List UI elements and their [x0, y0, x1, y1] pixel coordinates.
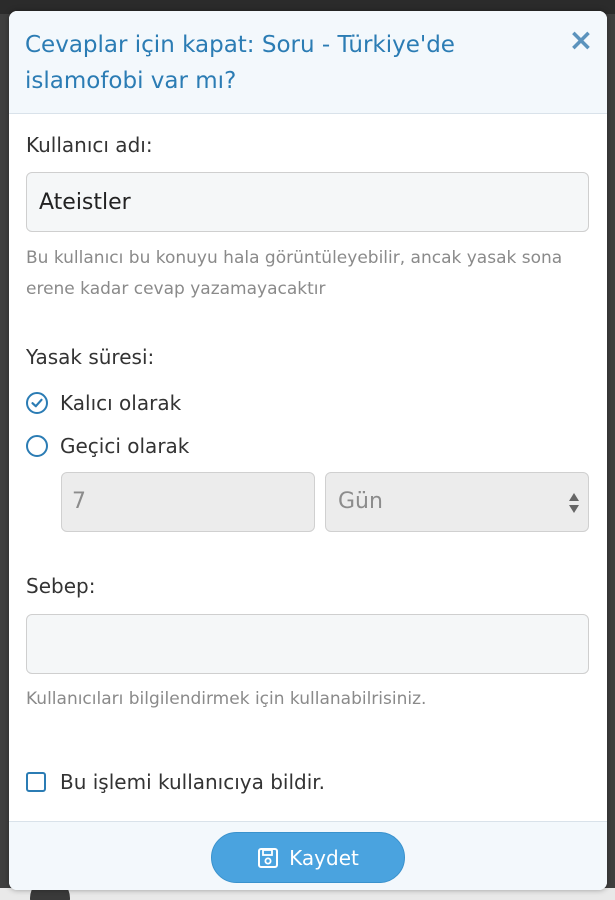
- username-help-text: Bu kullanıcı bu konuyu hala görüntüleyeb…: [26, 248, 563, 299]
- checkbox-icon: [26, 772, 46, 792]
- notify-user-checkbox[interactable]: Bu işlemi kullanıcıya bildir.: [26, 767, 325, 797]
- reason-label: Sebep:: [26, 574, 96, 598]
- close-button[interactable]: ×: [567, 26, 595, 56]
- notify-user-label: Bu işlemi kullanıcıya bildir.: [60, 770, 326, 794]
- username-label: Kullanıcı adı:: [26, 133, 153, 157]
- save-button-label: Kaydet: [289, 845, 359, 870]
- circle-icon: [26, 435, 48, 457]
- save-button[interactable]: Kaydet: [211, 832, 405, 883]
- modal-title: Cevaplar için kapat: Soru - Türkiye'de i…: [25, 32, 455, 94]
- radio-permanent[interactable]: Kalıcı olarak: [26, 388, 181, 418]
- sort-arrows-icon: [569, 493, 579, 513]
- ban-unit-value: Gün: [338, 489, 383, 514]
- username-input[interactable]: [26, 172, 589, 232]
- modal-footer: Kaydet: [9, 821, 607, 890]
- radio-temporary[interactable]: Geçici olarak: [26, 431, 189, 461]
- radio-permanent-label: Kalıcı olarak: [60, 391, 182, 415]
- ban-user-modal: Cevaplar için kapat: Soru - Türkiye'de i…: [9, 11, 607, 890]
- reason-help-text: Kullanıcıları bilgilendirmek için kullan…: [26, 689, 427, 709]
- ban-unit-select[interactable]: Gün: [325, 472, 589, 532]
- radio-temporary-label: Geçici olarak: [60, 434, 190, 458]
- ban-amount-input[interactable]: 7: [61, 472, 315, 532]
- modal-header: Cevaplar için kapat: Soru - Türkiye'de i…: [9, 11, 607, 114]
- check-circle-icon: [26, 392, 48, 414]
- floppy-disk-icon: [257, 847, 279, 869]
- close-icon: ×: [568, 23, 594, 58]
- reason-input[interactable]: [26, 614, 589, 674]
- ban-duration-label: Yasak süresi:: [26, 345, 155, 369]
